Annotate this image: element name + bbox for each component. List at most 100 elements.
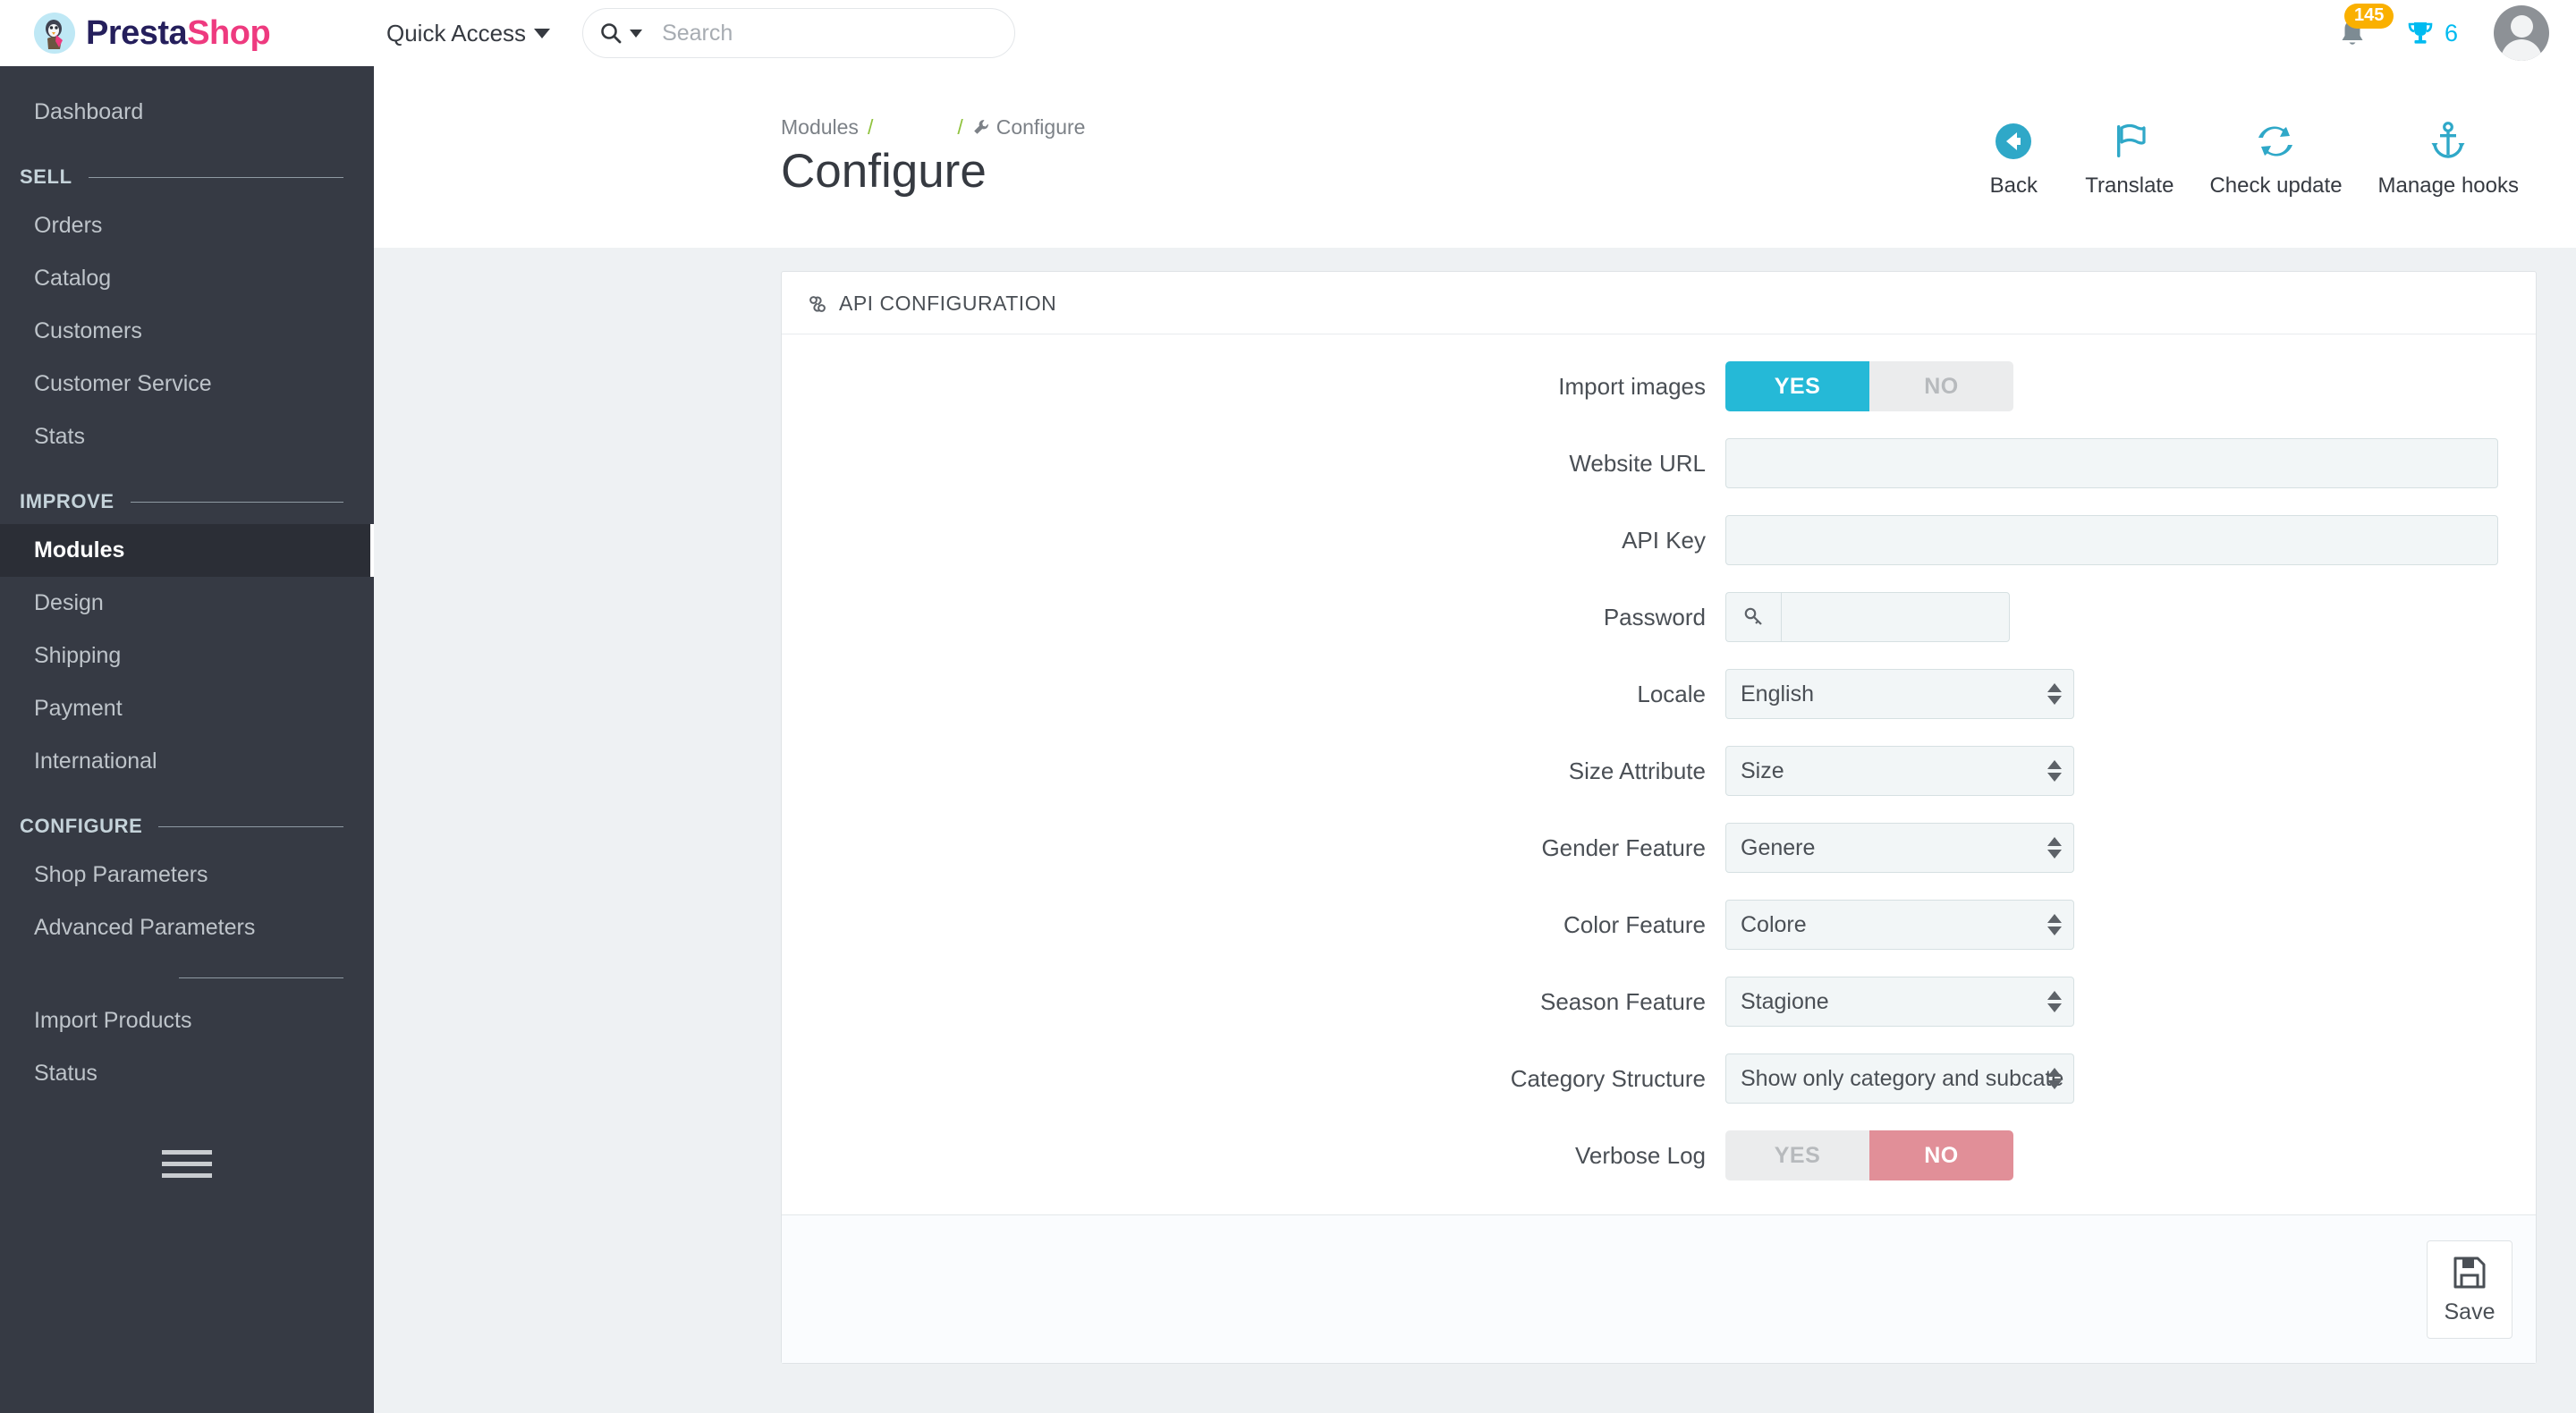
label-size-attribute: Size Attribute: [1568, 757, 1706, 784]
search-scope-chevron-down-icon[interactable]: [630, 29, 643, 38]
label-password: Password: [1603, 603, 1706, 630]
sidebar-item-modules[interactable]: Modules: [0, 524, 374, 577]
sidebar-item-shop-parameters[interactable]: Shop Parameters: [0, 849, 374, 901]
label-import-images: Import images: [1558, 372, 1706, 400]
panel-footer: Save: [782, 1214, 2536, 1363]
sidebar-item-status[interactable]: Status: [0, 1047, 374, 1100]
form-row-gender-feature: Gender Feature Genere: [782, 823, 2536, 873]
label-locale: Locale: [1637, 680, 1706, 707]
password-input-group: [1725, 592, 2010, 642]
breadcrumb-current-label: Configure: [996, 114, 1086, 139]
category-structure-select-wrap: Show only category and subcate: [1725, 1053, 2074, 1104]
panel-title: API CONFIGURATION: [839, 292, 1057, 315]
quick-access-menu[interactable]: Quick Access: [386, 19, 551, 47]
gender-feature-select-wrap: Genere: [1725, 823, 2074, 873]
manage-hooks-button[interactable]: Manage hooks: [2360, 118, 2537, 199]
panel-body: Import images YES NO Website URL API Key…: [782, 334, 2536, 1214]
category-structure-select[interactable]: Show only category and subcate: [1725, 1053, 2074, 1104]
label-color-feature: Color Feature: [1563, 910, 1706, 938]
season-feature-select[interactable]: Stagione: [1725, 977, 2074, 1027]
sidebar-item-shipping[interactable]: Shipping: [0, 630, 374, 682]
back-button[interactable]: Back: [1960, 118, 2067, 199]
sidebar-item-international[interactable]: International: [0, 735, 374, 788]
achievements-count: 6: [2444, 19, 2458, 47]
sidebar-item-customers[interactable]: Customers: [0, 305, 374, 358]
divider: [130, 501, 343, 503]
check-update-label: Check update: [2209, 173, 2343, 198]
import-images-yes-option[interactable]: YES: [1725, 361, 1869, 411]
sidebar-divider: [179, 977, 343, 978]
breadcrumb-item-modules[interactable]: Modules: [781, 115, 859, 140]
color-feature-select-wrap: Colore: [1725, 900, 2074, 950]
import-images-no-option[interactable]: NO: [1869, 361, 2013, 411]
sidebar-item-orders[interactable]: Orders: [0, 199, 374, 252]
sidebar-item-dashboard[interactable]: Dashboard: [0, 86, 374, 139]
brand-name-part1: Presta: [86, 13, 188, 52]
form-row-category-structure: Category Structure Show only category an…: [782, 1053, 2536, 1104]
form-row-color-feature: Color Feature Colore: [782, 900, 2536, 950]
season-feature-select-wrap: Stagione: [1725, 977, 2074, 1027]
hamburger-bar: [162, 1162, 212, 1166]
verbose-log-toggle[interactable]: YES NO: [1725, 1130, 2013, 1180]
top-header-bar: PrestaShop Quick Access 145: [0, 0, 2576, 66]
trophy-icon: [2408, 22, 2433, 44]
api-configuration-panel: API CONFIGURATION Import images YES NO W…: [781, 271, 2537, 1364]
sidebar-item-advanced-parameters[interactable]: Advanced Parameters: [0, 901, 374, 954]
sidebar-item-stats[interactable]: Stats: [0, 410, 374, 463]
sidebar-item-payment[interactable]: Payment: [0, 682, 374, 735]
sidebar-item-design[interactable]: Design: [0, 577, 374, 630]
page-header: Modules / / Configure Configure Back Tra…: [374, 66, 2576, 248]
api-key-input[interactable]: [1725, 515, 2498, 565]
avatar[interactable]: [2494, 5, 2549, 61]
sidebar-item-import-products[interactable]: Import Products: [0, 994, 374, 1047]
save-label: Save: [2444, 1299, 2496, 1324]
form-row-verbose-log: Verbose Log YES NO: [782, 1130, 2536, 1180]
divider: [88, 176, 343, 178]
search-input[interactable]: [649, 20, 999, 47]
translate-button[interactable]: Translate: [2067, 118, 2191, 199]
form-row-password: Password: [782, 592, 2536, 642]
key-icon: [1725, 592, 1781, 642]
locale-select[interactable]: English: [1725, 669, 2074, 719]
password-input[interactable]: [1781, 592, 2010, 642]
website-url-input[interactable]: [1725, 438, 2498, 488]
breadcrumb-separator: /: [957, 114, 963, 139]
brand-name: PrestaShop: [86, 13, 271, 53]
quick-access-label: Quick Access: [386, 19, 527, 47]
verbose-log-no-option[interactable]: NO: [1869, 1130, 2013, 1180]
label-website-url: Website URL: [1569, 449, 1706, 477]
brand-name-part2: Shop: [187, 13, 271, 52]
sidebar-navigation: Dashboard SELL Orders Catalog Customers …: [0, 66, 374, 1413]
sidebar-item-customer-service[interactable]: Customer Service: [0, 358, 374, 410]
notifications-button[interactable]: 145: [2335, 4, 2394, 50]
app-shell: Dashboard SELL Orders Catalog Customers …: [0, 66, 2576, 1413]
hamburger-bar: [162, 1173, 212, 1178]
main-content: Modules / / Configure Configure Back Tra…: [374, 66, 2576, 1413]
divider: [158, 825, 343, 827]
check-update-button[interactable]: Check update: [2191, 118, 2360, 199]
link-chain-icon: [809, 295, 826, 312]
sidebar-item-catalog[interactable]: Catalog: [0, 252, 374, 305]
sidebar-section-improve: IMPROVE: [0, 463, 374, 524]
search-icon: [599, 21, 623, 45]
notifications-badge: 145: [2343, 4, 2394, 29]
content-area: API CONFIGURATION Import images YES NO W…: [374, 248, 2576, 1413]
manage-hooks-label: Manage hooks: [2377, 173, 2519, 198]
page-toolbar: Back Translate Check update Manage hooks: [1960, 118, 2537, 199]
label-category-structure: Category Structure: [1510, 1064, 1706, 1092]
gender-feature-select[interactable]: Genere: [1725, 823, 2074, 873]
brand-logo[interactable]: PrestaShop: [0, 13, 374, 54]
save-button[interactable]: Save: [2427, 1240, 2512, 1339]
achievements-button[interactable]: 6: [2405, 18, 2458, 48]
verbose-log-yes-option[interactable]: YES: [1725, 1130, 1869, 1180]
import-images-toggle[interactable]: YES NO: [1725, 361, 2013, 411]
label-gender-feature: Gender Feature: [1541, 833, 1706, 861]
size-attribute-select[interactable]: Size: [1725, 746, 2074, 796]
search-bar[interactable]: [582, 8, 1016, 58]
hamburger-menu-icon[interactable]: [159, 1150, 215, 1178]
arrow-circle-left-icon: [1996, 123, 2032, 159]
color-feature-select[interactable]: Colore: [1725, 900, 2074, 950]
sidebar-section-title: SELL: [20, 165, 72, 188]
form-row-season-feature: Season Feature Stagione: [782, 977, 2536, 1027]
locale-select-wrap: English: [1725, 669, 2074, 719]
